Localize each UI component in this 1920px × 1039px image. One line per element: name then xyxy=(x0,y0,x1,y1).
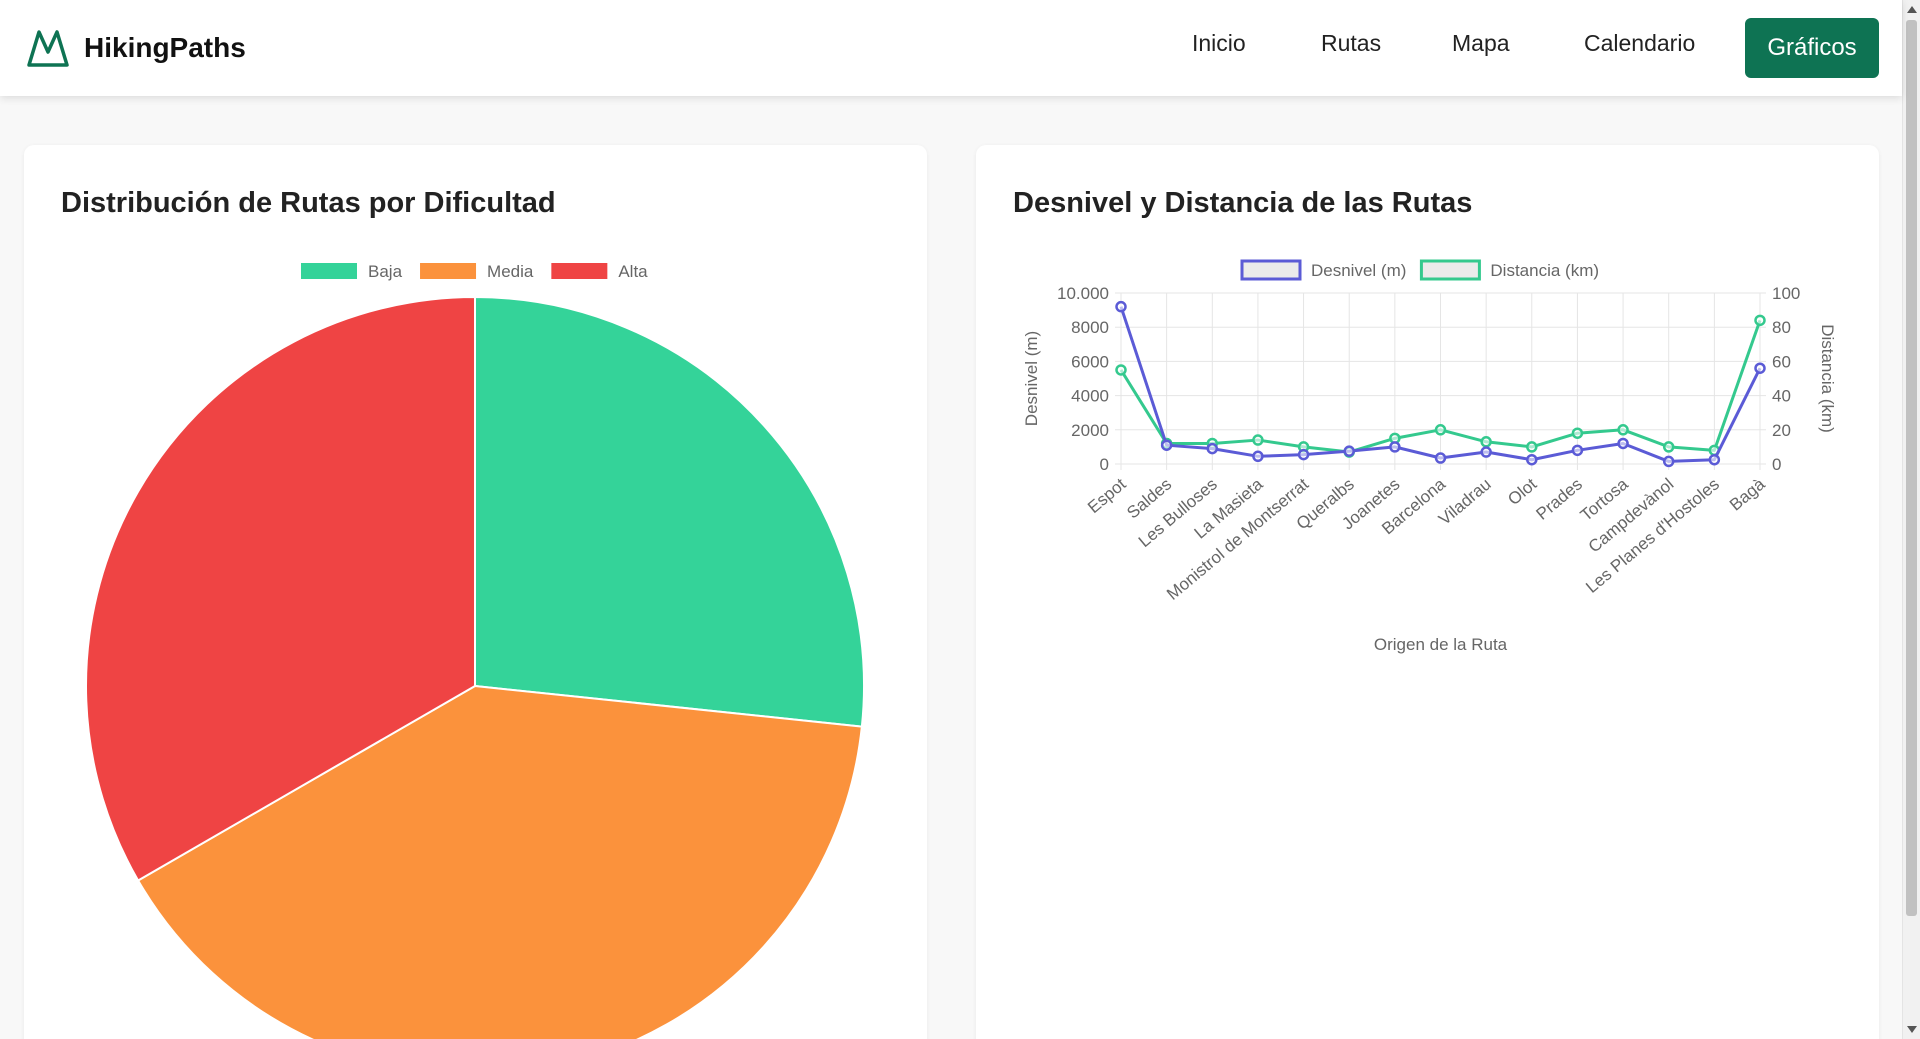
y-right-tick-label: 0 xyxy=(1772,455,1781,474)
pie-chart: Baja Media Alta xyxy=(85,262,865,1039)
pie-chart-card: Distribución de Rutas por Dificultad Baj… xyxy=(24,145,927,1039)
legend-label-distancia-km: Distancia (km) xyxy=(1490,261,1599,280)
data-point-distancia-km xyxy=(1252,434,1264,446)
data-point-desnivel-m xyxy=(1343,445,1355,457)
data-point-distancia-km xyxy=(1115,364,1127,376)
scroll-thumb[interactable] xyxy=(1906,20,1917,916)
legend-swatch-media xyxy=(420,263,477,279)
data-point-desnivel-m xyxy=(1480,446,1492,458)
legend-swatch-alta xyxy=(551,263,608,279)
line-chart-card: Desnivel y Distancia de las Rutas Desniv… xyxy=(976,145,1879,1039)
y-left-axis-title: Desnivel (m) xyxy=(1022,331,1041,426)
y-left-tick-label: 4000 xyxy=(1071,387,1109,406)
pie-slice-baja xyxy=(474,295,865,728)
data-point-distancia-km xyxy=(1754,314,1766,327)
nav-mapa[interactable]: Mapa xyxy=(1452,30,1510,57)
data-point-desnivel-m xyxy=(1662,455,1675,468)
nav-calendario[interactable]: Calendario xyxy=(1584,30,1695,57)
y-left-tick-label: 0 xyxy=(1100,455,1109,474)
legend-swatch-distancia-km xyxy=(1419,259,1481,281)
data-point-desnivel-m xyxy=(1206,442,1219,455)
nav-inicio[interactable]: Inicio xyxy=(1192,30,1246,57)
data-point-distancia-km xyxy=(1480,436,1492,448)
y-left-tick-label: 8000 xyxy=(1071,318,1109,337)
data-point-desnivel-m xyxy=(1571,444,1584,457)
x-tick-label-prades: Prades xyxy=(1533,475,1586,524)
data-point-distancia-km xyxy=(1571,427,1584,439)
y-right-tick-label: 40 xyxy=(1772,387,1791,406)
y-right-tick-label: 80 xyxy=(1772,318,1791,337)
legend-swatch-baja xyxy=(301,263,357,279)
data-point-desnivel-m xyxy=(1434,452,1447,464)
y-right-tick-label: 20 xyxy=(1772,421,1791,440)
legend-label-alta: Alta xyxy=(618,262,648,281)
nav-graficos-button[interactable]: Gráficos xyxy=(1745,18,1879,78)
y-right-tick-label: 60 xyxy=(1772,352,1791,371)
data-point-distancia-km xyxy=(1662,441,1675,453)
scroll-down-icon[interactable] xyxy=(1907,1026,1917,1033)
x-axis-title: Origen de la Ruta xyxy=(1374,635,1508,654)
data-point-desnivel-m xyxy=(1708,453,1721,466)
vertical-scrollbar[interactable] xyxy=(1902,0,1920,1039)
x-tick-label-baga: Bagà xyxy=(1726,474,1769,514)
line-chart: Desnivel (m) Distancia (km) 0 2000 4000 6000 8… xyxy=(1022,259,1837,654)
data-point-desnivel-m xyxy=(1297,448,1310,461)
legend-swatch-desnivel-m xyxy=(1240,259,1302,281)
navbar: HikingPaths Inicio Rutas Mapa Calendario… xyxy=(0,0,1902,96)
mountain-logo-icon xyxy=(27,30,69,67)
x-tick-label-viladrau: Viladrau xyxy=(1435,475,1495,529)
data-point-distancia-km xyxy=(1434,424,1447,436)
y-left-tick-label: 2000 xyxy=(1071,421,1109,440)
data-point-desnivel-m xyxy=(1617,437,1629,450)
x-tick-label-espot: Espot xyxy=(1084,474,1130,517)
nav-rutas[interactable]: Rutas xyxy=(1321,30,1381,57)
x-tick-label-olot: Olot xyxy=(1504,474,1540,509)
scroll-up-icon[interactable] xyxy=(1907,6,1917,13)
y-right-axis-title: Distancia (km) xyxy=(1818,324,1837,433)
legend-label-media: Media xyxy=(487,262,534,281)
data-point-desnivel-m xyxy=(1115,300,1127,313)
y-left-tick-label: 6000 xyxy=(1071,352,1109,371)
legend-label-desnivel-m: Desnivel (m) xyxy=(1311,261,1406,280)
y-left-tick-label: 10.000 xyxy=(1057,284,1109,303)
data-point-desnivel-m xyxy=(1252,450,1264,463)
data-point-distancia-km xyxy=(1526,441,1538,453)
brand[interactable]: HikingPaths xyxy=(26,28,246,68)
legend-label-baja: Baja xyxy=(368,262,403,281)
brand-name: HikingPaths xyxy=(84,32,246,63)
data-point-desnivel-m xyxy=(1389,441,1401,453)
data-point-desnivel-m xyxy=(1160,439,1173,451)
data-point-desnivel-m xyxy=(1526,453,1538,466)
y-right-tick-label: 100 xyxy=(1772,284,1800,303)
data-point-distancia-km xyxy=(1617,424,1629,436)
data-point-desnivel-m xyxy=(1754,362,1766,374)
